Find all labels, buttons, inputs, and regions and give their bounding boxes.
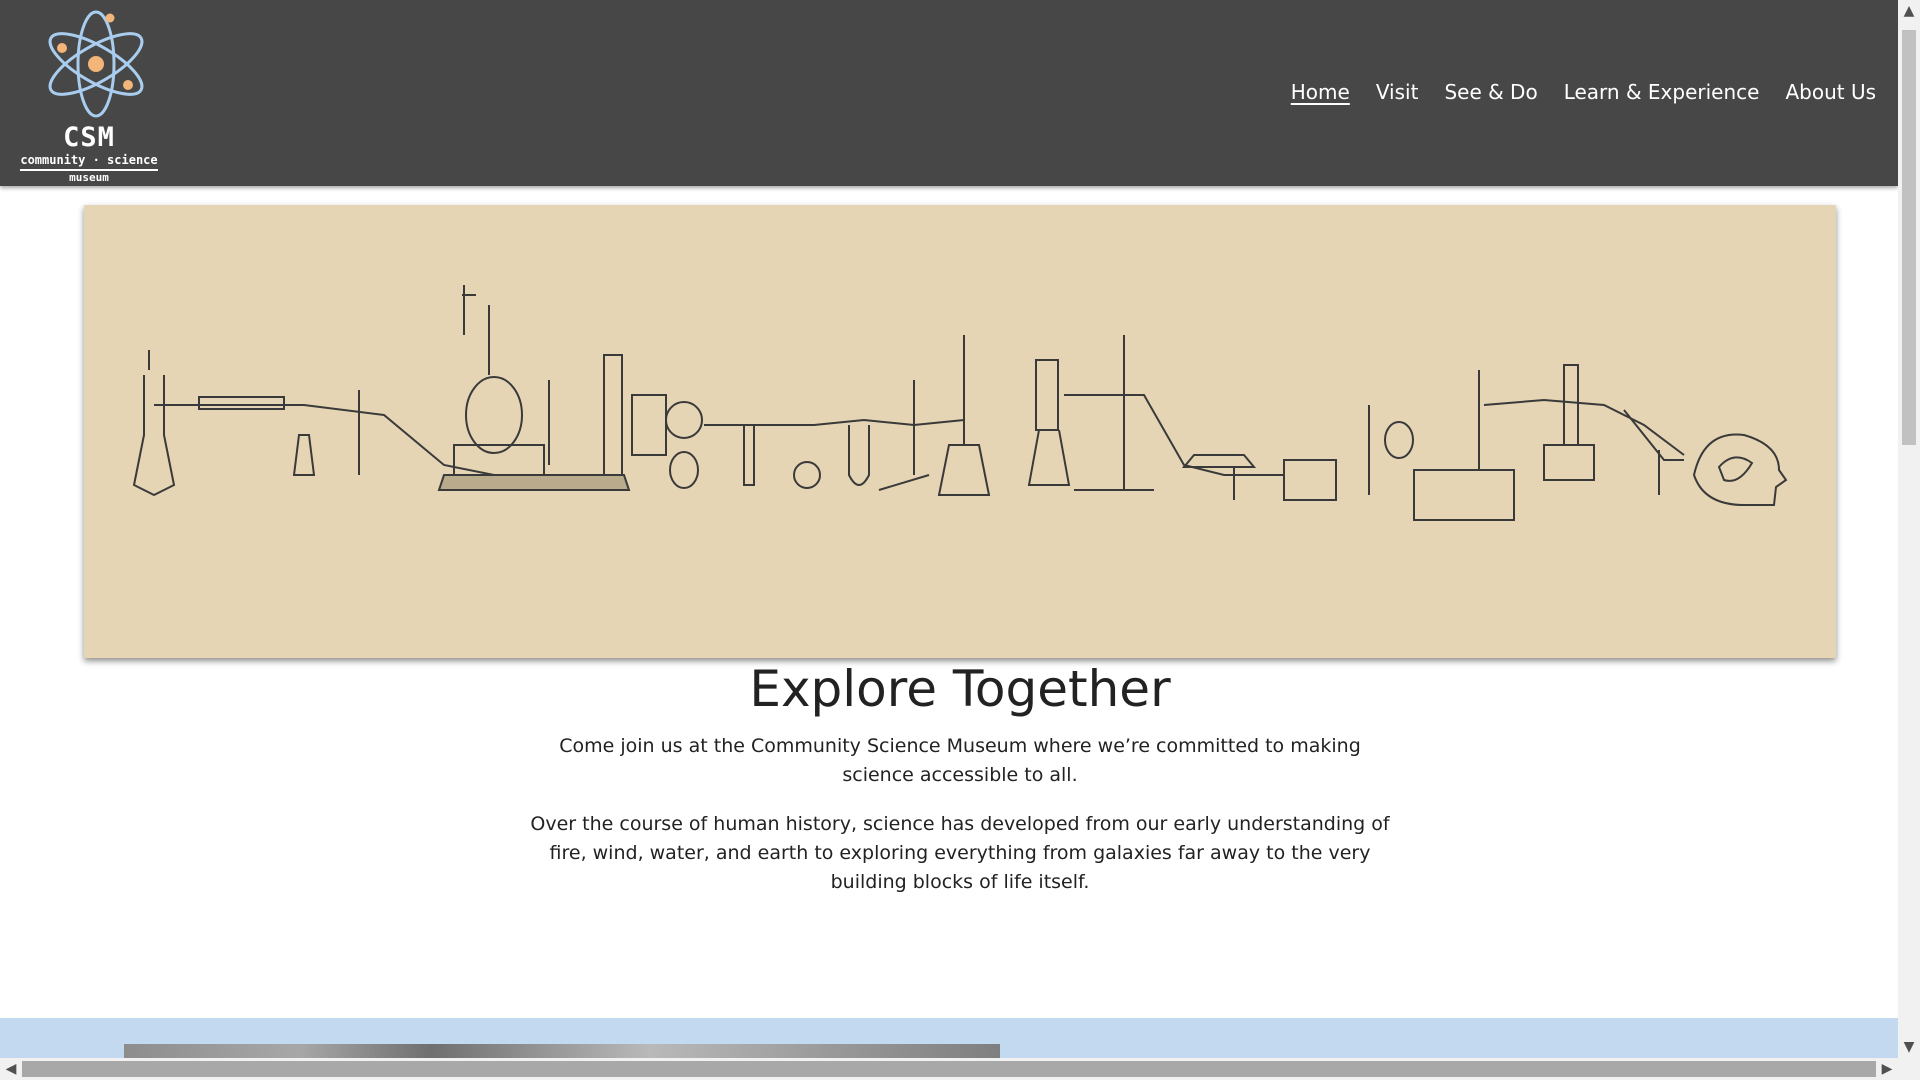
site-logo[interactable]: CSM community · science museum: [18, 4, 163, 184]
nav-learn-and-experience[interactable]: Learn & Experience: [1564, 80, 1760, 104]
scrollbar-corner: [1898, 1058, 1920, 1080]
lab-apparatus-illustration: [132, 285, 1788, 521]
atom-icon: [48, 10, 144, 118]
logo-tagline-museum: museum: [69, 171, 109, 184]
vertical-scrollbar[interactable]: ▲ ▼: [1898, 0, 1920, 1058]
nav-about-us[interactable]: About Us: [1785, 80, 1876, 104]
nav-visit[interactable]: Visit: [1376, 80, 1419, 104]
nav-home[interactable]: Home: [1291, 80, 1350, 104]
logo-abbreviation: CSM: [63, 122, 115, 153]
nav-see-and-do[interactable]: See & Do: [1444, 80, 1537, 104]
site-header: CSM community · science museum Home Visi…: [0, 0, 1898, 186]
arrow-down-icon[interactable]: ▼: [1898, 1036, 1920, 1058]
intro-section: Explore Together Come join us at the Com…: [0, 660, 1898, 897]
page-heading: Explore Together: [749, 660, 1171, 718]
arrow-right-icon[interactable]: ▶: [1876, 1058, 1898, 1080]
logo-tagline: community · science: [20, 153, 158, 167]
main-nav: Home Visit See & Do Learn & Experience A…: [1291, 80, 1876, 104]
hero-banner: [84, 205, 1836, 658]
vertical-scroll-thumb[interactable]: [1902, 30, 1916, 445]
arrow-up-icon[interactable]: ▲: [1898, 0, 1920, 22]
intro-paragraph-2: Over the course of human history, scienc…: [530, 813, 1390, 893]
arrow-left-icon[interactable]: ◀: [0, 1058, 22, 1080]
horizontal-scrollbar[interactable]: ◀ ▶: [0, 1058, 1920, 1080]
feature-photo: [124, 1044, 1000, 1058]
horizontal-scroll-thumb[interactable]: [22, 1061, 1876, 1077]
feature-band: [0, 1018, 1898, 1058]
intro-paragraph-1: Come join us at the Community Science Mu…: [559, 735, 1361, 786]
page: CSM community · science museum Home Visi…: [0, 0, 1898, 1058]
